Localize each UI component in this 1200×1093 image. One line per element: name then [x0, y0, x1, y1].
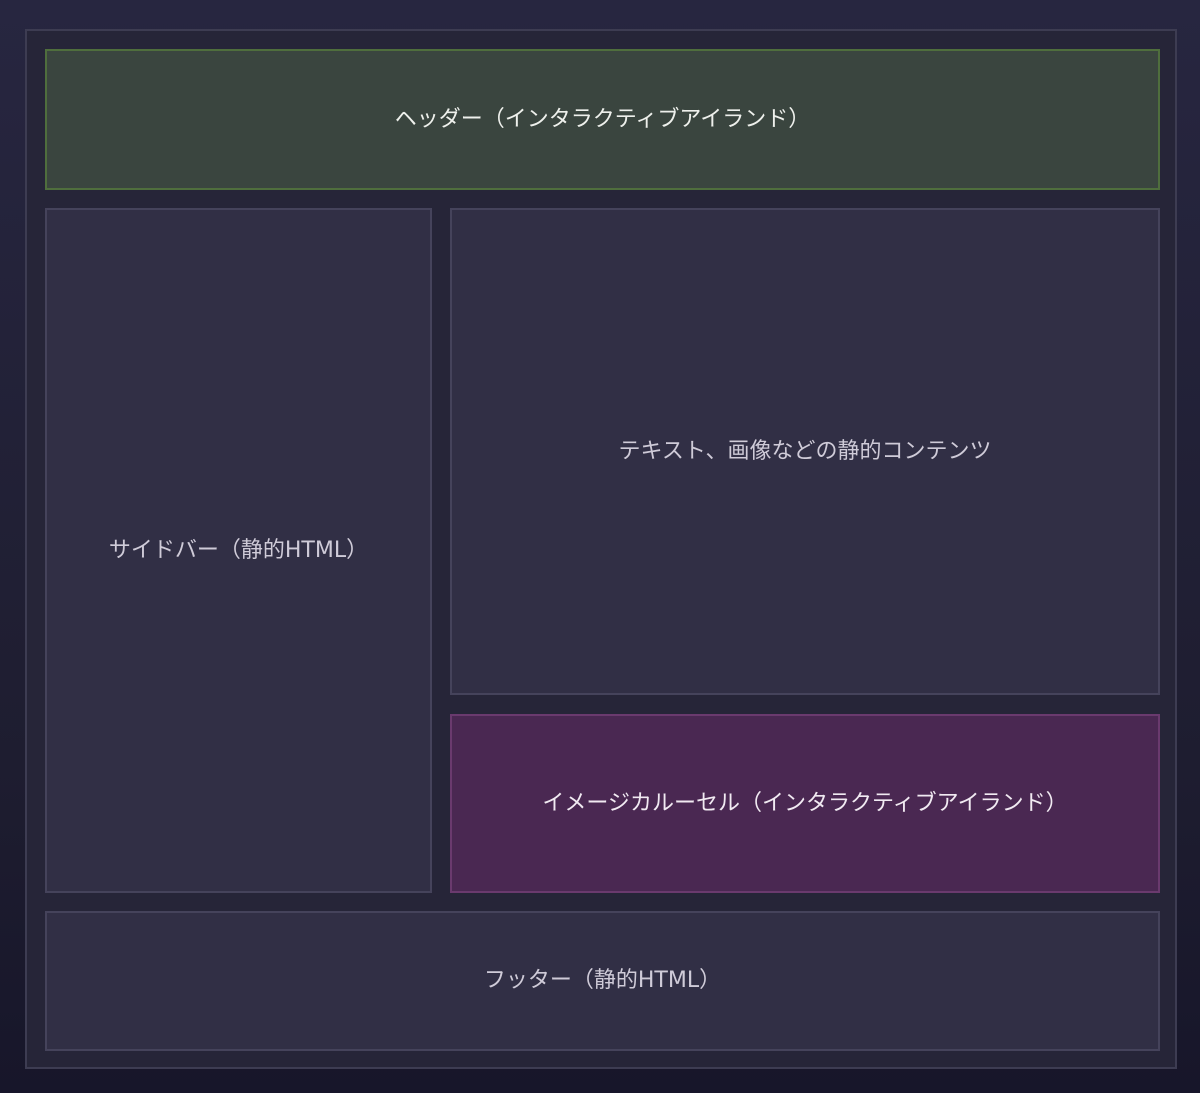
footer-label: フッター（静的HTML） [483, 968, 722, 993]
sidebar-static: サイドバー（静的HTML） [45, 208, 432, 893]
static-content: テキスト、画像などの静的コンテンツ [450, 208, 1160, 695]
carousel-label: イメージカルーセル（インタラクティブアイランド） [542, 790, 1068, 816]
header-island: ヘッダー（インタラクティブアイランド） [45, 49, 1160, 190]
content-label: テキスト、画像などの静的コンテンツ [618, 438, 992, 464]
sidebar-label: サイドバー（静的HTML） [108, 537, 369, 563]
header-label: ヘッダー（インタラクティブアイランド） [394, 106, 811, 132]
footer-static: フッター（静的HTML） [45, 911, 1160, 1051]
image-carousel-island: イメージカルーセル（インタラクティブアイランド） [450, 714, 1160, 893]
